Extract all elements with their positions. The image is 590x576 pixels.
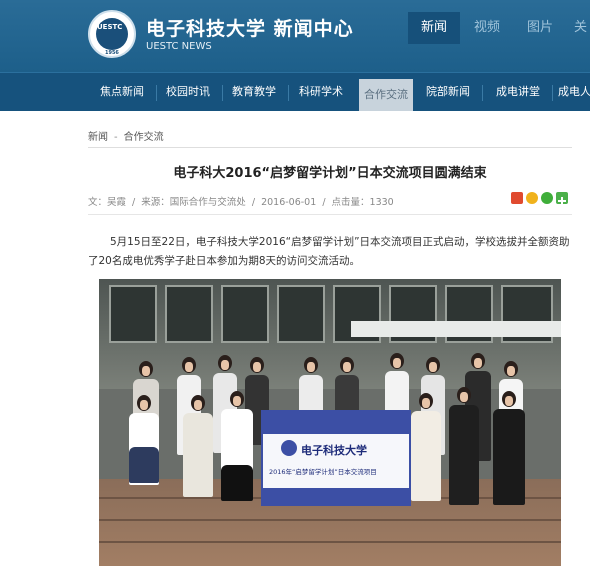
photo-person-head — [191, 395, 205, 411]
photo-canopy — [351, 321, 561, 337]
meta-date: 2016-06-01 — [261, 197, 317, 208]
logo-text: UESTC — [97, 23, 123, 31]
main-nav: 焦点新闻 校园时讯 教育教学 科研学术 合作交流 院部新闻 成电讲堂 成电人 — [0, 72, 590, 111]
nav-item-campus[interactable]: 校园时讯 — [158, 73, 218, 111]
photo-face — [253, 362, 261, 372]
photo-face — [221, 360, 229, 370]
nav-item-cooperation[interactable]: 合作交流 — [359, 79, 413, 111]
photo-face — [185, 362, 193, 372]
more-share-icon[interactable] — [556, 192, 568, 205]
photo-person-head — [502, 391, 516, 407]
banner-top-stripe — [263, 412, 409, 434]
qzone-icon[interactable] — [526, 192, 538, 204]
university-logo[interactable]: UESTC 1956 — [88, 10, 136, 58]
banner-subtitle: 2016年“启梦留学计划”日本交流项目 — [269, 468, 377, 476]
nav-item-focus-news[interactable]: 焦点新闻 — [92, 73, 152, 111]
photo-window — [165, 285, 213, 343]
photo-face — [140, 400, 148, 410]
top-tab-more[interactable]: 关 — [574, 12, 590, 44]
photo-banner: 电子科技大学 2016年“启梦留学计划”日本交流项目 — [261, 410, 411, 506]
banner-logo-icon — [281, 440, 297, 456]
nav-divider — [482, 85, 483, 101]
photo-person — [449, 405, 479, 505]
photo-person — [183, 413, 213, 497]
site-name[interactable]: 电子科技大学 新闻中心 — [146, 14, 354, 41]
photo-person — [411, 411, 441, 501]
nav-divider — [288, 85, 289, 101]
photo-face — [422, 398, 430, 408]
photo-person — [493, 409, 525, 505]
photo-building — [99, 279, 561, 389]
photo-face — [142, 366, 150, 376]
photo-person-head — [250, 357, 264, 373]
wechat-icon[interactable] — [541, 192, 553, 204]
photo-person-head — [139, 361, 153, 377]
photo-person-head — [137, 395, 151, 411]
top-tab-news[interactable]: 新闻 — [408, 12, 460, 44]
site-header: UESTC 1956 电子科技大学 新闻中心 UESTC NEWS 新闻 视频 … — [0, 0, 590, 111]
top-tab-pictures[interactable]: 图片 — [514, 12, 566, 44]
photo-person-head — [340, 357, 354, 373]
header-banner: UESTC 1956 电子科技大学 新闻中心 UESTC NEWS 新闻 视频 … — [0, 0, 590, 72]
nav-divider — [156, 85, 157, 101]
nav-item-research[interactable]: 科研学术 — [290, 73, 352, 111]
photo-window — [109, 285, 157, 343]
nav-item-people[interactable]: 成电人 — [558, 73, 590, 111]
breadcrumb-home[interactable]: 新闻 — [88, 132, 108, 143]
article-photo: 电子科技大学 2016年“启梦留学计划”日本交流项目 — [99, 279, 561, 566]
logo-year: 1956 — [105, 50, 119, 56]
photo-window — [221, 285, 269, 343]
photo-person-head — [218, 355, 232, 371]
photo-face — [429, 362, 437, 372]
photo-face — [507, 366, 515, 376]
photo-person-head — [182, 357, 196, 373]
meta-hits: 点击量：1330 — [331, 197, 394, 208]
nav-item-education[interactable]: 教育教学 — [224, 73, 284, 111]
photo-person-head — [457, 387, 471, 403]
photo-face — [343, 362, 351, 372]
photo-person-skirt — [221, 465, 253, 501]
photo-face — [393, 358, 401, 368]
photo-face — [307, 362, 315, 372]
photo-face — [505, 396, 513, 406]
breadcrumb: 新闻 - 合作交流 — [88, 128, 164, 143]
breadcrumb-current[interactable]: 合作交流 — [124, 132, 164, 143]
top-tab-video[interactable]: 视频 — [462, 12, 512, 44]
photo-person-head — [504, 361, 518, 377]
banner-university-name: 电子科技大学 — [301, 444, 367, 457]
photo-face — [194, 400, 202, 410]
photo-person-skirt — [129, 447, 159, 483]
photo-person-head — [419, 393, 433, 409]
article-meta: 文：吴霞 / 来源：国际合作与交流处 / 2016-06-01 / 点击量：13… — [88, 194, 397, 208]
weibo-icon[interactable] — [511, 192, 523, 204]
banner-bottom-stripe — [263, 488, 409, 504]
meta-divider — [88, 214, 572, 215]
nav-item-departments[interactable]: 院部新闻 — [418, 73, 478, 111]
meta-source: 来源：国际合作与交流处 — [141, 197, 246, 208]
photo-step-line — [99, 519, 561, 521]
photo-face — [233, 396, 241, 406]
nav-item-lecture[interactable]: 成电讲堂 — [488, 73, 548, 111]
article-paragraph: 5月15日至22日，电子科技大学2016“启梦留学计划”日本交流项目正式启动，学… — [88, 236, 570, 267]
photo-step-line — [99, 541, 561, 543]
meta-separator: / — [322, 197, 326, 208]
nav-divider — [222, 85, 223, 101]
nav-divider — [552, 85, 553, 101]
meta-author: 文：吴霞 — [88, 197, 127, 208]
breadcrumb-divider — [88, 147, 572, 148]
photo-person-head — [304, 357, 318, 373]
meta-separator: / — [251, 197, 256, 208]
photo-person-head — [230, 391, 244, 407]
photo-face — [474, 358, 482, 368]
meta-separator: / — [132, 197, 136, 208]
article-title: 电子科大2016“启梦留学计划”日本交流项目圆满结束 — [173, 166, 487, 181]
photo-person-head — [390, 353, 404, 369]
site-subtitle: UESTC NEWS — [146, 41, 212, 52]
photo-window — [277, 285, 325, 343]
photo-person-head — [426, 357, 440, 373]
photo-face — [460, 392, 468, 402]
breadcrumb-separator: - — [114, 132, 118, 143]
photo-person-head — [471, 353, 485, 369]
